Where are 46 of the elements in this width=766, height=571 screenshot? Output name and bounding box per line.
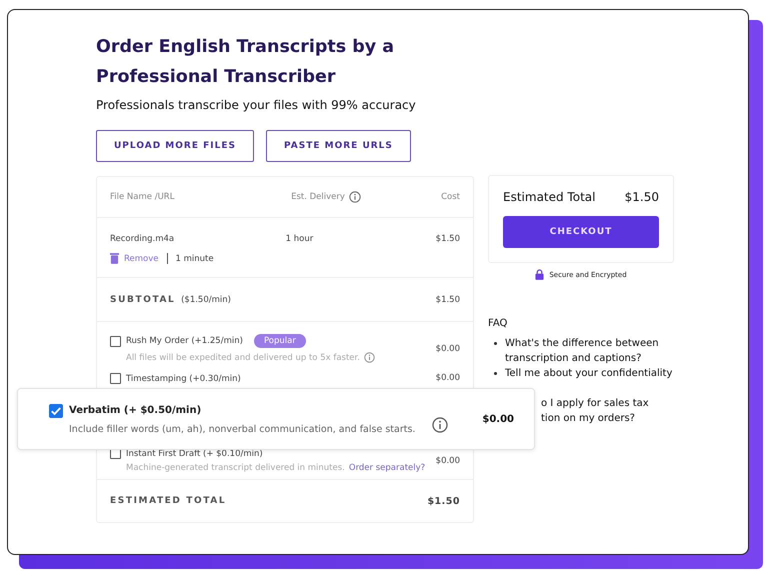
file-cost: $1.50 bbox=[436, 234, 460, 244]
option-description: Machine-generated transcript delivered in minutes. bbox=[126, 463, 345, 473]
info-icon[interactable] bbox=[432, 417, 448, 433]
column-header: File Name /URL bbox=[110, 192, 176, 202]
bullet-icon bbox=[494, 342, 497, 345]
lock-icon bbox=[535, 269, 544, 280]
total-cost: $1.50 bbox=[427, 496, 460, 506]
option-checkbox[interactable] bbox=[110, 336, 121, 346]
file-name: Recording.m4a bbox=[110, 234, 176, 244]
option-description: All files will be expedited and delivered up to 5x faster. bbox=[126, 352, 360, 362]
summary-amount: $1.50 bbox=[624, 190, 659, 204]
delivery-time: 1 hour bbox=[286, 234, 314, 244]
subtotal-rate: ($1.50/min) bbox=[181, 294, 231, 304]
page-subtitle: Professionals transcribe your files with 99% accuracy bbox=[96, 98, 417, 112]
trash-icon[interactable] bbox=[110, 253, 119, 264]
option-label: Timestamping (+0.30/min) bbox=[126, 374, 241, 384]
subtotal-cost: $1.50 bbox=[436, 294, 460, 304]
option-cost: $0.00 bbox=[436, 456, 460, 466]
column-header: Est. Delivery bbox=[291, 192, 345, 202]
faq-heading: FAQ bbox=[488, 318, 508, 329]
faq-link[interactable]: Tell me about your confidentiality bbox=[505, 366, 672, 381]
verbatim-label: Verbatim (+ $0.50/min) bbox=[69, 405, 202, 416]
action-button[interactable]: PASTE MORE URLS bbox=[266, 130, 411, 162]
info-icon[interactable] bbox=[348, 191, 361, 203]
option-cost: $0.00 bbox=[436, 344, 460, 354]
column-header: Cost bbox=[441, 192, 460, 202]
option-label: Rush My Order (+1.25/min) bbox=[126, 336, 243, 346]
popular-badge: Popular bbox=[254, 334, 306, 348]
option-checkbox[interactable] bbox=[110, 373, 121, 384]
option-cost: $0.00 bbox=[436, 373, 460, 383]
summary-label: Estimated Total bbox=[503, 190, 596, 204]
info-icon[interactable] bbox=[364, 352, 375, 363]
bullet-icon bbox=[494, 372, 497, 375]
verbatim-cost: $0.00 bbox=[482, 414, 514, 424]
verbatim-description: Include filler words (um, ah), nonverbal communication, and false starts. bbox=[69, 424, 416, 434]
verbatim-checkbox[interactable] bbox=[49, 404, 63, 418]
action-button[interactable]: UPLOAD MORE FILES bbox=[96, 130, 254, 162]
subtotal-label: SUBTOTAL bbox=[110, 294, 176, 304]
file-duration: 1 minute bbox=[176, 254, 214, 264]
faq-link[interactable]: What's the difference between transcription and captions? bbox=[505, 336, 659, 366]
order-separately-link[interactable]: Order separately? bbox=[348, 463, 426, 473]
total-label: ESTIMATED TOTAL bbox=[110, 496, 226, 506]
page-title: Order English Transcripts by a Professional Transcriber bbox=[96, 36, 396, 89]
option-label: Instant First Draft (+ $0.10/min) bbox=[126, 448, 263, 458]
checkout-button[interactable]: CHECKOUT bbox=[503, 216, 659, 248]
remove-link[interactable]: Remove bbox=[124, 254, 158, 264]
